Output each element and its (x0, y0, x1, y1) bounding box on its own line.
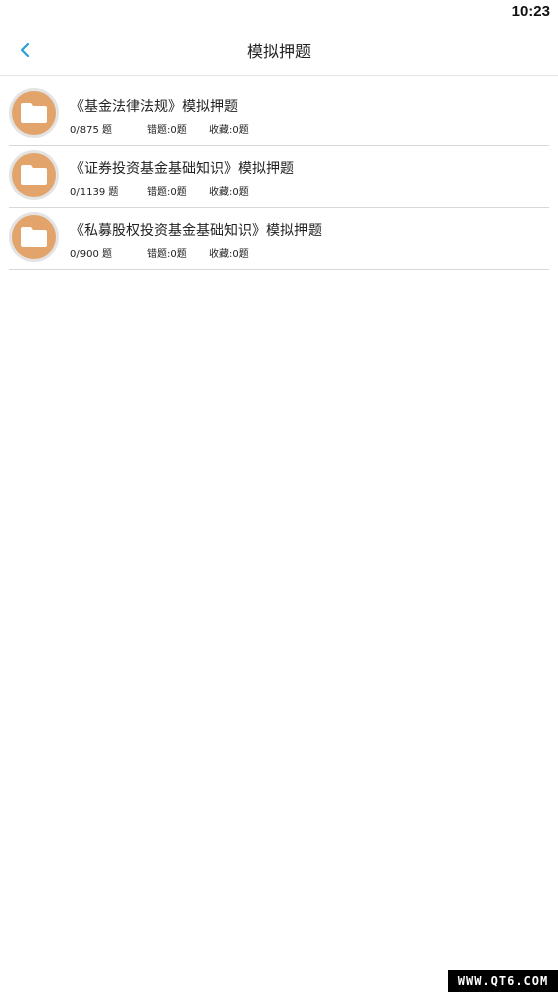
favorite-count: 收藏:0题 (209, 249, 249, 260)
progress-count: 0/875 题 (70, 125, 112, 136)
folder-icon (21, 227, 47, 247)
exam-list: 《基金法律法规》模拟押题 0/875 题 错题:0题 收藏:0题 《证券投资基金… (9, 84, 549, 270)
folder-icon (21, 103, 47, 123)
status-time: 10:23 (511, 3, 550, 20)
progress-count: 0/900 题 (70, 249, 112, 260)
avatar-inner (12, 91, 56, 135)
list-item[interactable]: 《私募股权投资基金基础知识》模拟押题 0/900 题 错题:0题 收藏:0题 (9, 208, 549, 270)
wrong-count: 错题:0题 (147, 187, 187, 198)
item-title: 《基金法律法规》模拟押题 (70, 99, 238, 115)
status-bar: 10:23 (0, 0, 558, 24)
avatar (9, 212, 59, 262)
nav-bar: 模拟押题 (0, 24, 558, 76)
folder-icon (21, 165, 47, 185)
list-item[interactable]: 《证券投资基金基础知识》模拟押题 0/1139 题 错题:0题 收藏:0题 (9, 146, 549, 208)
favorite-count: 收藏:0题 (209, 125, 249, 136)
item-title: 《私募股权投资基金基础知识》模拟押题 (70, 223, 322, 239)
avatar-inner (12, 153, 56, 197)
page-title: 模拟押题 (246, 42, 311, 61)
wrong-count: 错题:0题 (147, 249, 187, 260)
item-title: 《证券投资基金基础知识》模拟押题 (70, 161, 294, 177)
wrong-count: 错题:0题 (147, 125, 187, 136)
list-item[interactable]: 《基金法律法规》模拟押题 0/875 题 错题:0题 收藏:0题 (9, 84, 549, 146)
watermark: WWW.QT6.COM (448, 970, 558, 992)
avatar (9, 88, 59, 138)
avatar-inner (12, 215, 56, 259)
progress-count: 0/1139 题 (70, 187, 119, 198)
favorite-count: 收藏:0题 (209, 187, 249, 198)
avatar (9, 150, 59, 200)
